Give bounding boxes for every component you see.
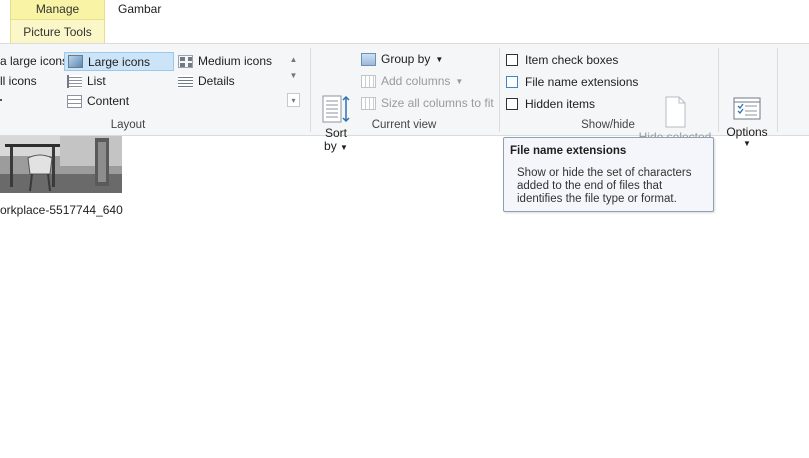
item-check-boxes-label: Item check boxes — [525, 53, 619, 67]
chevron-down-icon: ▼ — [455, 76, 464, 86]
file-name-label[interactable]: orkplace-5517744_640 — [0, 203, 123, 217]
tooltip-body-line: added to the end of files that — [517, 180, 663, 192]
item-check-boxes-checkbox[interactable] — [506, 54, 518, 66]
list-option[interactable]: List — [67, 74, 106, 88]
tooltip-body: Show or hide the set of characters added… — [517, 167, 707, 206]
window-title: Gambar — [118, 2, 162, 16]
options-label: Options — [726, 125, 768, 139]
hidden-items-label: Hidden items — [525, 97, 596, 111]
layout-more-icon[interactable]: ▾ — [287, 93, 300, 107]
chevron-down-icon: ▼ — [435, 54, 444, 64]
workplace-image-icon — [0, 136, 122, 193]
content-label: Content — [87, 94, 130, 108]
hide-selected-icon — [665, 96, 686, 128]
options-icon — [733, 97, 761, 120]
add-columns-button[interactable]: Add columns ▼ — [361, 74, 463, 88]
extra-large-icons-option[interactable]: a large icons — [0, 54, 68, 68]
show-hide-group-label: Show/hide — [581, 119, 635, 131]
layout-scroll-down-icon[interactable]: ▼ — [287, 69, 300, 83]
details-option[interactable]: Details — [178, 74, 235, 88]
extra-large-icons-label: a large icons — [0, 54, 69, 68]
ribbon-tab-strip: Manage Picture Tools Gambar — [0, 0, 809, 44]
small-icons-label: ll icons — [0, 74, 37, 88]
content-icon — [67, 94, 82, 108]
sort-label-line2: by ▼ — [324, 139, 348, 153]
details-label: Details — [198, 74, 235, 88]
group-separator — [718, 48, 719, 132]
add-columns-icon — [361, 74, 376, 88]
file-thumbnail[interactable] — [0, 136, 122, 193]
medium-icons-label: Medium icons — [198, 54, 273, 68]
file-name-extensions-option[interactable]: File name extensions — [506, 75, 638, 89]
tooltip-title: File name extensions — [510, 145, 627, 157]
group-separator — [310, 48, 311, 132]
small-icons-option[interactable]: ll icons — [0, 74, 37, 88]
layout-scroll-up-icon[interactable]: ▲ — [287, 53, 300, 67]
content-option[interactable]: Content — [67, 94, 129, 108]
size-all-columns-button[interactable]: Size all columns to fit — [361, 96, 494, 110]
group-by-button[interactable]: Group by ▼ — [361, 52, 443, 66]
scroll-fragment-dot — [0, 99, 2, 101]
chevron-down-icon: ▼ — [743, 139, 751, 148]
add-columns-label: Add columns — [381, 74, 451, 88]
group-separator — [499, 48, 500, 132]
group-separator — [777, 48, 778, 132]
layout-group-label: Layout — [110, 119, 146, 131]
hidden-items-option[interactable]: Hidden items — [506, 97, 595, 111]
group-by-icon — [361, 52, 376, 66]
picture-tools-context-label: Picture Tools — [10, 20, 105, 44]
list-label: List — [87, 74, 106, 88]
medium-icons-icon — [178, 54, 193, 68]
size-columns-icon — [361, 96, 376, 110]
list-icon — [67, 74, 82, 88]
hidden-items-checkbox[interactable] — [506, 98, 518, 110]
size-columns-label: Size all columns to fit — [381, 96, 494, 110]
group-by-label: Group by — [381, 52, 431, 66]
large-icons-icon — [68, 55, 83, 68]
current-view-group-label: Current view — [371, 119, 437, 131]
item-check-boxes-option[interactable]: Item check boxes — [506, 53, 618, 67]
file-name-extensions-label: File name extensions — [525, 75, 639, 89]
large-icons-label: Large icons — [88, 54, 151, 69]
file-name-extensions-checkbox[interactable] — [506, 76, 518, 88]
tooltip-body-line: identifies the file type or format. — [517, 193, 677, 205]
large-icons-option[interactable]: Large icons — [64, 52, 174, 71]
sort-icon — [322, 95, 350, 123]
tooltip-body-line: Show or hide the set of characters — [517, 167, 692, 179]
tab-manage[interactable]: Manage — [10, 0, 105, 20]
medium-icons-option[interactable]: Medium icons — [178, 54, 272, 68]
details-icon — [178, 74, 193, 88]
sort-by-button[interactable]: Sort by ▼ — [318, 94, 354, 154]
ribbon: a large icons ll icons Large icons List … — [0, 43, 809, 157]
options-button[interactable]: Options ▼ — [725, 96, 769, 148]
tooltip: File name extensions Show or hide the se… — [503, 137, 714, 212]
